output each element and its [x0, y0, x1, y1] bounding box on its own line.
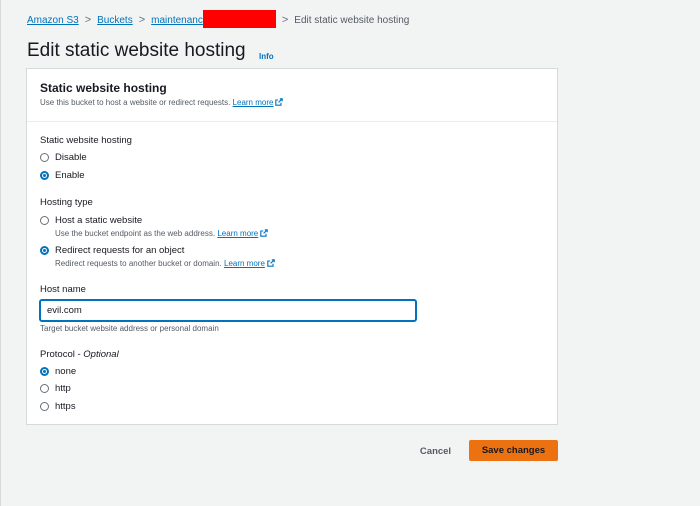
radio-protocol-http[interactable]: http	[40, 383, 71, 394]
host-name-label: Host name	[40, 284, 86, 295]
radio-disable-label: Disable	[55, 152, 87, 163]
learn-more-link[interactable]: Learn more	[217, 229, 258, 238]
radio-protocol-https-label: https	[55, 401, 76, 412]
radio-protocol-none[interactable]: none	[40, 366, 76, 377]
radio-host-static-label: Host a static website	[55, 215, 143, 226]
chevron-right-icon: >	[84, 14, 92, 26]
radio-protocol-none-label: none	[55, 366, 77, 377]
host-static-description-text: Use the bucket endpoint as the web addre…	[55, 229, 216, 238]
static-website-hosting-panel: Static website hosting Use this bucket t…	[26, 68, 558, 425]
external-link-icon	[275, 98, 284, 106]
radio-host-static-control[interactable]	[40, 216, 49, 225]
chevron-right-icon: >	[138, 14, 146, 26]
radio-protocol-none-control[interactable]	[40, 367, 49, 376]
redaction-block	[202, 10, 276, 28]
panel-header: Static website hosting Use this bucket t…	[27, 69, 557, 122]
radio-protocol-https-control[interactable]	[40, 402, 49, 411]
radio-protocol-https[interactable]: https	[40, 401, 76, 412]
page-title: Edit static website hosting	[27, 40, 246, 61]
protocol-label: Protocol - Optional	[40, 349, 119, 360]
panel-description-text: Use this bucket to host a website or red…	[40, 98, 231, 107]
external-link-icon	[260, 229, 269, 237]
host-name-input[interactable]	[40, 300, 416, 321]
learn-more-link[interactable]: Learn more	[233, 98, 274, 107]
breadcrumb-bucket[interactable]: maintenanc	[151, 10, 276, 28]
redirect-description-text: Redirect requests to another bucket or d…	[55, 259, 222, 268]
host-name-hint: Target bucket website address or persona…	[40, 324, 219, 333]
breadcrumb-bucket-name[interactable]: maintenanc	[151, 15, 203, 26]
radio-redirect-label: Redirect requests for an object	[55, 245, 185, 256]
hosting-type-label: Hosting type	[40, 197, 93, 208]
radio-protocol-http-label: http	[55, 383, 71, 394]
radio-host-static[interactable]: Host a static website	[40, 215, 142, 226]
radio-redirect[interactable]: Redirect requests for an object	[40, 245, 184, 256]
radio-disable-control[interactable]	[40, 153, 49, 162]
breadcrumb-current: Edit static website hosting	[294, 14, 410, 26]
radio-enable-control[interactable]	[40, 171, 49, 180]
learn-more-link[interactable]: Learn more	[224, 259, 265, 268]
protocol-label-text: Protocol -	[40, 349, 84, 360]
host-static-description: Use the bucket endpoint as the web addre…	[55, 229, 269, 238]
breadcrumb-amazon-s3[interactable]: Amazon S3	[27, 15, 79, 26]
external-link-icon	[267, 259, 275, 267]
panel-description: Use this bucket to host a website or red…	[40, 98, 284, 107]
radio-protocol-http-control[interactable]	[40, 384, 49, 393]
radio-enable-label: Enable	[55, 170, 85, 181]
chevron-right-icon: >	[281, 14, 289, 26]
save-changes-button[interactable]: Save changes	[469, 440, 558, 461]
protocol-optional: Optional	[83, 349, 119, 360]
radio-disable[interactable]: Disable	[40, 152, 87, 163]
breadcrumb-buckets[interactable]: Buckets	[97, 15, 133, 26]
hosting-label: Static website hosting	[40, 135, 132, 146]
info-link[interactable]: Info	[259, 52, 274, 61]
redirect-description: Redirect requests to another bucket or d…	[55, 259, 275, 268]
panel-title: Static website hosting	[40, 81, 167, 95]
radio-enable[interactable]: Enable	[40, 170, 85, 181]
cancel-button[interactable]: Cancel	[413, 441, 458, 461]
radio-redirect-control[interactable]	[40, 246, 49, 255]
page-left-border	[0, 0, 1, 506]
breadcrumb: Amazon S3 > Buckets > maintenanc > Edit …	[27, 10, 410, 28]
